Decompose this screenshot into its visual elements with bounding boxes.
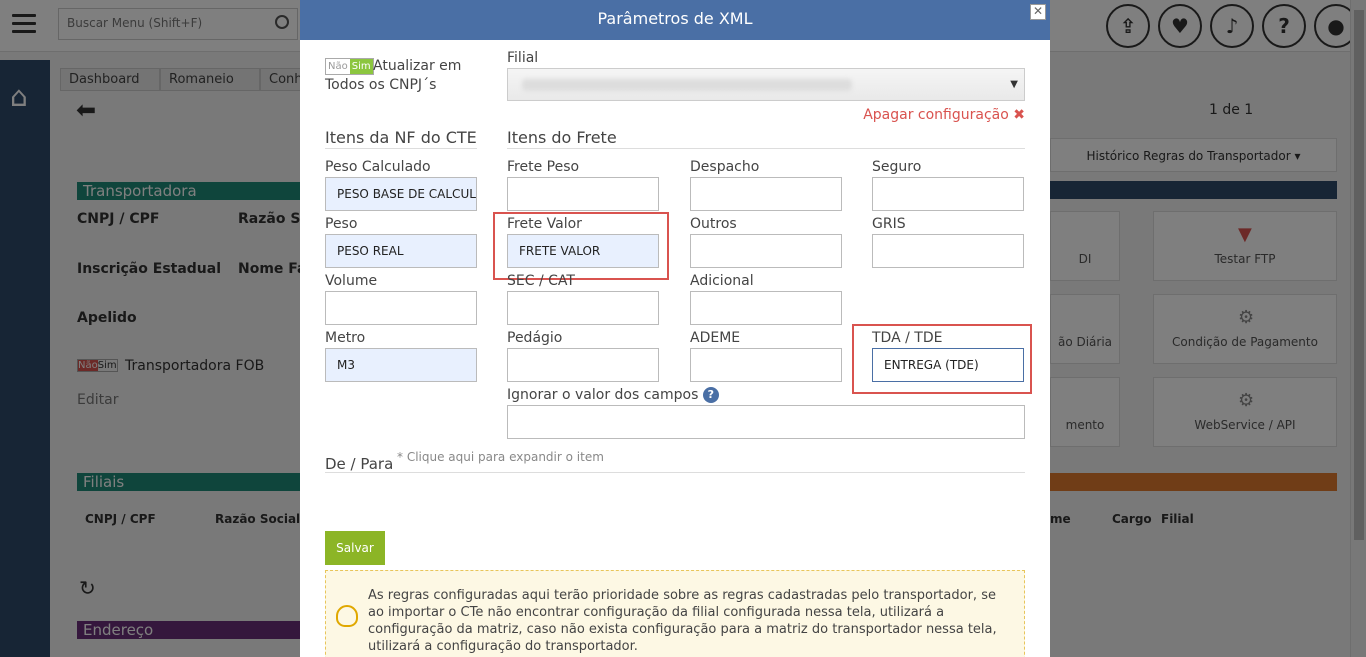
sec-cat-label: SEC / CAT xyxy=(507,273,575,289)
volume-label: Volume xyxy=(325,273,378,289)
seguro-input[interactable] xyxy=(872,177,1024,211)
adicional-label: Adicional xyxy=(690,273,754,289)
apagar-label: Apagar configuração xyxy=(863,107,1009,123)
ignorar-label: Ignorar o valor dos campos ? xyxy=(507,387,719,403)
itens-frete-heading: Itens do Frete xyxy=(507,128,617,147)
volume-input[interactable] xyxy=(325,291,477,325)
lightbulb-icon xyxy=(336,605,358,627)
info-note: As regras configuradas aqui terão priori… xyxy=(325,570,1025,657)
ademe-input[interactable] xyxy=(690,348,842,382)
filial-select[interactable]: ▼ xyxy=(507,68,1025,101)
tda-tde-highlight xyxy=(852,324,1032,394)
de-para-heading[interactable]: De / Para xyxy=(325,455,393,473)
divider xyxy=(325,148,477,149)
despacho-label: Despacho xyxy=(690,159,760,175)
peso-input[interactable]: PESO REAL xyxy=(325,234,477,268)
filial-label: Filial xyxy=(507,50,539,66)
info-note-text: As regras configuradas aqui terão priori… xyxy=(368,588,997,654)
delete-x-icon: ✖ xyxy=(1013,107,1025,123)
de-para-hint[interactable]: * Clique aqui para expandir o item xyxy=(397,450,604,464)
outros-label: Outros xyxy=(690,216,737,232)
peso-calculado-input[interactable]: PESO BASE DE CALCULO xyxy=(325,177,477,211)
save-button[interactable]: Salvar xyxy=(325,531,385,565)
frete-valor-highlight xyxy=(493,212,669,280)
ignorar-text: Ignorar o valor dos campos xyxy=(507,387,699,403)
pedagio-label: Pedágio xyxy=(507,330,563,346)
frete-peso-input[interactable] xyxy=(507,177,659,211)
seguro-label: Seguro xyxy=(872,159,922,175)
gris-input[interactable] xyxy=(872,234,1024,268)
outros-input[interactable] xyxy=(690,234,842,268)
modal-title: Parâmetros de XML xyxy=(597,9,753,28)
ignorar-campos-input[interactable] xyxy=(507,405,1025,439)
divider xyxy=(325,472,1025,473)
apagar-configuracao-link[interactable]: Apagar configuração ✖ xyxy=(863,107,1025,123)
peso-calculado-label: Peso Calculado xyxy=(325,159,431,175)
gris-label: GRIS xyxy=(872,216,906,232)
chevron-down-icon: ▼ xyxy=(1010,79,1018,90)
ademe-label: ADEME xyxy=(690,330,741,346)
pedagio-input[interactable] xyxy=(507,348,659,382)
xml-params-modal: Parâmetros de XML ✕ Não Sim Atualizar em … xyxy=(300,0,1050,657)
close-icon[interactable]: ✕ xyxy=(1030,4,1046,20)
adicional-input[interactable] xyxy=(690,291,842,325)
despacho-input[interactable] xyxy=(690,177,842,211)
divider xyxy=(507,148,1025,149)
sec-cat-input[interactable] xyxy=(507,291,659,325)
metro-input[interactable]: M3 xyxy=(325,348,477,382)
itens-nf-heading: Itens da NF do CTE xyxy=(325,128,477,147)
metro-label: Metro xyxy=(325,330,366,346)
peso-label: Peso xyxy=(325,216,358,232)
atualizar-label: Atualizar em Todos os CNPJ´s xyxy=(325,58,462,93)
modal-header: Parâmetros de XML ✕ xyxy=(300,0,1050,40)
frete-peso-label: Frete Peso xyxy=(507,159,580,175)
help-icon[interactable]: ? xyxy=(702,387,719,403)
filial-selected-value xyxy=(522,79,852,91)
